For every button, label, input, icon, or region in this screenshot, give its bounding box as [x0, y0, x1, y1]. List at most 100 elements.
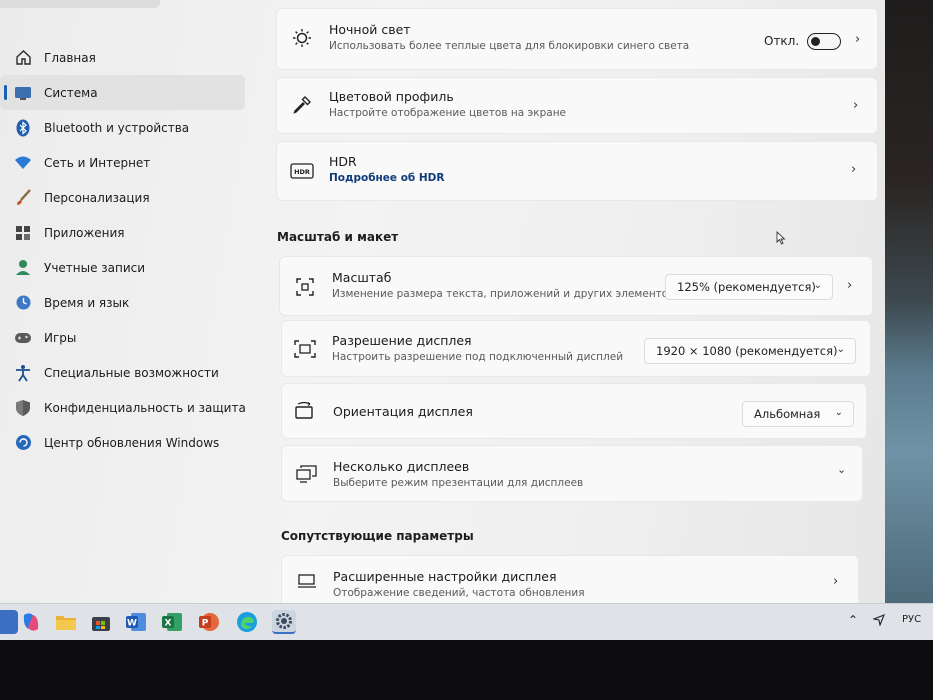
store-icon[interactable]	[89, 610, 113, 634]
multiple-displays-title: Несколько дисплеев	[333, 459, 470, 474]
scale-value: 125% (рекомендуется)	[677, 280, 816, 294]
taskbar: W X P ⌃ РУС	[0, 603, 933, 640]
multiple-displays-subtitle: Выберите режим презентации для дисплеев	[333, 477, 584, 489]
accessibility-icon	[14, 364, 32, 382]
orientation-title: Ориентация дисплея	[333, 404, 473, 419]
svg-text:W: W	[127, 619, 137, 629]
sidebar: Главная Система Bluetooth и устройства С…	[0, 40, 260, 460]
sidebar-item-bluetooth[interactable]: Bluetooth и устройства	[0, 110, 260, 145]
account-icon	[14, 259, 32, 277]
sidebar-item-label: Время и язык	[44, 295, 130, 310]
monitor-bezel	[0, 640, 933, 700]
sidebar-item-label: Учетные записи	[44, 260, 146, 275]
globe-clock-icon	[14, 294, 32, 312]
excel-icon[interactable]: X	[160, 610, 184, 634]
advanced-display-title: Расширенные настройки дисплея	[333, 569, 557, 584]
eyedropper-icon	[291, 94, 313, 116]
advanced-display-card[interactable]: Расширенные настройки дисплея Отображени…	[281, 555, 859, 603]
settings-window: Главная Система Bluetooth и устройства С…	[0, 0, 885, 603]
hdr-learn-more-link[interactable]: Подробнее об HDR	[329, 172, 445, 184]
chevron-down-icon: ⌄	[813, 280, 822, 291]
sidebar-item-home[interactable]: Главная	[0, 40, 260, 75]
svg-text:P: P	[202, 619, 209, 629]
sidebar-item-apps[interactable]: Приложения	[0, 215, 260, 250]
sidebar-item-system[interactable]: Система	[0, 75, 245, 110]
sidebar-item-label: Система	[44, 85, 98, 100]
brush-icon	[14, 189, 32, 207]
color-profile-card[interactable]: Цветовой профиль Настройте отображение ц…	[276, 77, 878, 134]
sidebar-item-gaming[interactable]: Игры	[0, 320, 260, 355]
scale-layout-heading: Масштаб и макет	[277, 230, 399, 244]
chevron-right-icon[interactable]: ›	[833, 574, 838, 589]
night-light-icon	[291, 27, 313, 49]
copilot-icon[interactable]	[19, 610, 43, 634]
scale-dropdown[interactable]: 125% (рекомендуется) ⌄	[665, 274, 833, 300]
chevron-right-icon[interactable]: ›	[855, 32, 860, 47]
night-light-toggle[interactable]	[807, 33, 841, 50]
sidebar-item-label: Сеть и Интернет	[44, 155, 151, 170]
edge-icon[interactable]	[235, 610, 259, 634]
powerpoint-icon[interactable]: P	[197, 610, 221, 634]
system-icon	[14, 84, 32, 102]
location-icon	[872, 614, 885, 629]
sidebar-item-label: Главная	[44, 50, 96, 65]
file-explorer-icon[interactable]	[54, 610, 78, 634]
resolution-dropdown[interactable]: 1920 × 1080 (рекомендуется) ⌄	[644, 338, 856, 364]
hdr-icon: HDR	[289, 160, 315, 182]
orientation-card[interactable]: Ориентация дисплея Альбомная ⌄	[281, 383, 867, 439]
bluetooth-icon	[14, 119, 32, 137]
sidebar-item-label: Игры	[44, 330, 77, 345]
night-light-title: Ночной свет	[329, 22, 411, 37]
chevron-down-icon: ⌄	[834, 407, 843, 418]
gamepad-icon	[14, 329, 32, 347]
svg-text:HDR: HDR	[294, 168, 310, 176]
sidebar-item-label: Специальные возможности	[44, 365, 219, 380]
sidebar-item-accounts[interactable]: Учетные записи	[0, 250, 260, 285]
hdr-card[interactable]: HDR HDR Подробнее об HDR ›	[276, 141, 878, 201]
account-area	[0, 0, 160, 8]
sidebar-item-privacy[interactable]: Конфиденциальность и защита	[0, 390, 260, 425]
sidebar-item-personalization[interactable]: Персонализация	[0, 180, 260, 215]
scale-card[interactable]: Масштаб Изменение размера текста, прилож…	[279, 256, 873, 316]
sidebar-item-label: Конфиденциальность и защита	[44, 400, 246, 415]
sidebar-item-label: Приложения	[44, 225, 125, 240]
chevron-right-icon[interactable]: ›	[853, 98, 858, 113]
resolution-title: Разрешение дисплея	[332, 333, 472, 348]
chevron-up-icon[interactable]: ⌃	[848, 613, 858, 627]
scale-subtitle: Изменение размера текста, приложений и д…	[332, 288, 675, 300]
chevron-right-icon[interactable]: ›	[851, 162, 856, 177]
night-light-subtitle: Использовать более теплые цвета для блок…	[329, 40, 690, 52]
word-icon[interactable]: W	[124, 610, 148, 634]
night-light-toggle-label: Откл.	[764, 34, 800, 48]
orientation-value: Альбомная	[754, 407, 821, 421]
sidebar-item-time-language[interactable]: Время и язык	[0, 285, 260, 320]
sidebar-item-label: Bluetooth и устройства	[44, 120, 190, 135]
color-profile-subtitle: Настройте отображение цветов на экране	[329, 107, 567, 119]
advanced-display-subtitle: Отображение сведений, частота обновления	[333, 587, 585, 599]
resolution-card[interactable]: Разрешение дисплея Настроить разрешение …	[281, 320, 871, 377]
multiple-displays-card[interactable]: Несколько дисплеев Выберите режим презен…	[281, 445, 863, 502]
scale-icon	[294, 276, 316, 298]
sidebar-item-accessibility[interactable]: Специальные возможности	[0, 355, 260, 390]
svg-text:X: X	[165, 619, 172, 629]
chevron-down-icon: ⌄	[836, 344, 845, 355]
resolution-icon	[294, 338, 316, 360]
sidebar-item-label: Центр обновления Windows	[44, 435, 220, 450]
sidebar-item-windows-update[interactable]: Центр обновления Windows	[0, 425, 260, 460]
orientation-dropdown[interactable]: Альбомная ⌄	[742, 401, 854, 427]
orientation-icon	[294, 400, 316, 422]
start-partial-icon[interactable]	[0, 610, 18, 634]
shield-icon	[14, 399, 32, 417]
monitor-icon	[296, 570, 318, 592]
language-indicator[interactable]: РУС	[902, 614, 921, 625]
home-icon	[14, 49, 32, 67]
chevron-down-icon[interactable]: ⌄	[837, 463, 846, 476]
resolution-value: 1920 × 1080 (рекомендуется)	[656, 344, 838, 358]
mouse-pointer-icon	[776, 230, 786, 249]
sidebar-item-network[interactable]: Сеть и Интернет	[0, 145, 260, 180]
update-icon	[14, 434, 32, 452]
chevron-right-icon[interactable]: ›	[847, 278, 852, 293]
settings-icon[interactable]	[272, 610, 296, 634]
color-profile-title: Цветовой профиль	[329, 89, 454, 104]
night-light-card[interactable]: Ночной свет Использовать более теплые цв…	[276, 8, 878, 70]
